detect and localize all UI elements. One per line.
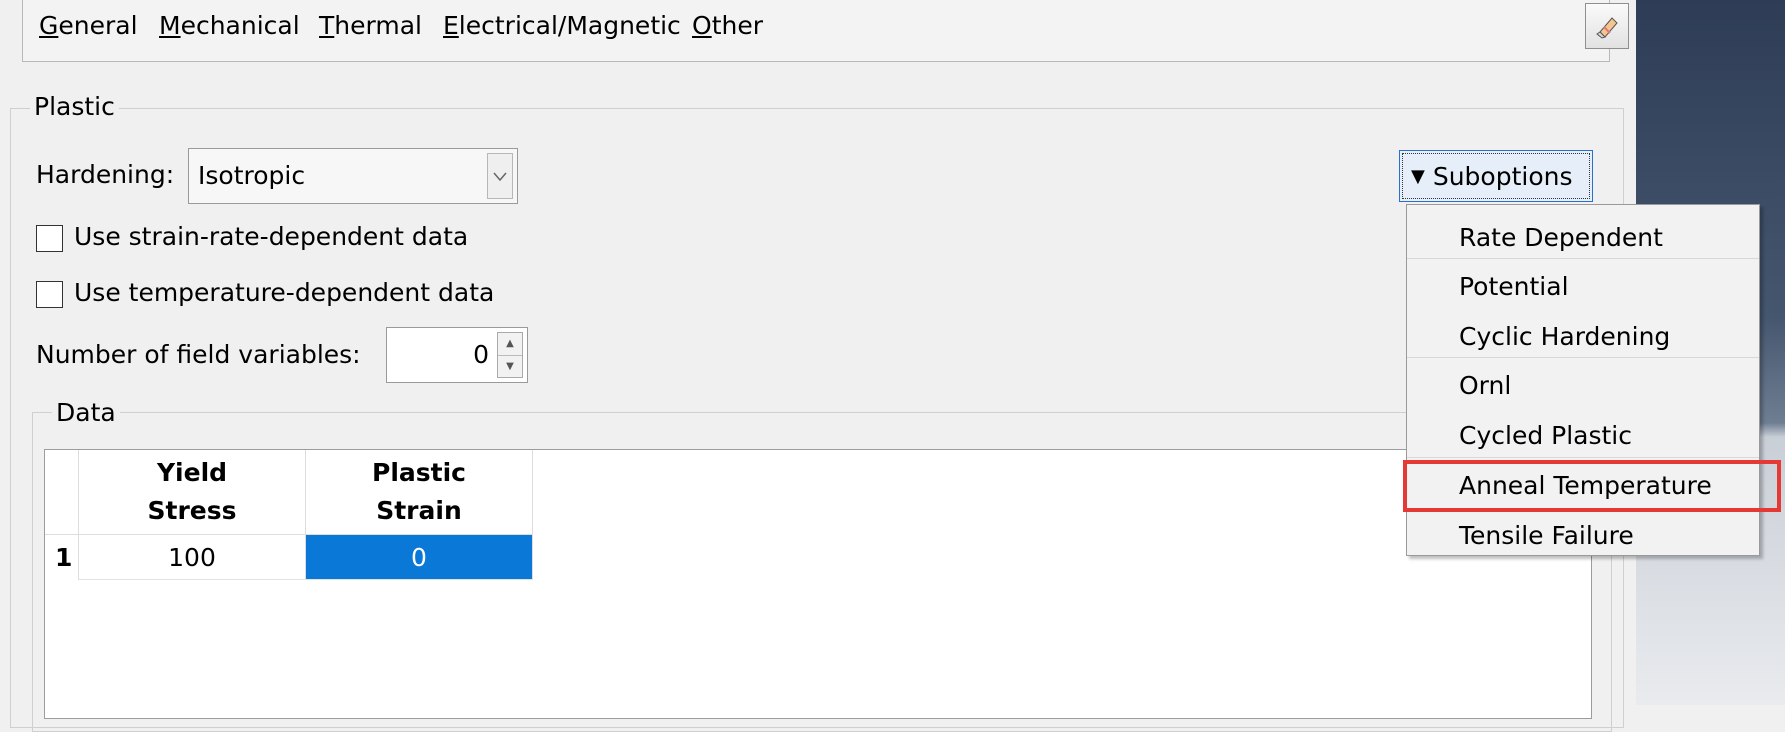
spin-buttons: ▲ ▼: [497, 332, 523, 378]
row-number[interactable]: 1: [45, 535, 79, 580]
data-table[interactable]: Yield Stress Plastic Strain 1 100 0: [44, 449, 1592, 719]
annotation-highlight-box: [1403, 460, 1781, 512]
spin-up-icon[interactable]: ▲: [498, 333, 522, 356]
menu-separator: [1407, 258, 1759, 259]
hardening-label: Hardening:: [36, 160, 175, 189]
menu-item-cycled-plastic[interactable]: Cycled Plastic: [1459, 416, 1632, 456]
temperature-checkbox[interactable]: [36, 281, 63, 308]
column-header-yield-stress[interactable]: Yield Stress: [79, 450, 306, 535]
menu-item-potential[interactable]: Potential: [1459, 267, 1569, 307]
hardening-combobox[interactable]: Isotropic: [188, 148, 518, 204]
hardening-value: Isotropic: [198, 161, 306, 190]
strain-rate-label: Use strain-rate-dependent data: [74, 222, 469, 251]
data-group-title: Data: [52, 398, 120, 427]
menu-mechanical[interactable]: Mechanical: [159, 11, 300, 40]
menu-item-tensile-failure[interactable]: Tensile Failure: [1459, 516, 1634, 556]
field-variables-label: Number of field variables:: [36, 340, 361, 369]
menu-separator: [1407, 357, 1759, 358]
column-header-plastic-strain[interactable]: Plastic Strain: [306, 450, 533, 535]
suboptions-label: Suboptions: [1432, 161, 1573, 191]
cell-plastic-strain[interactable]: 0: [306, 535, 533, 580]
menu-other[interactable]: Other: [692, 11, 763, 40]
eraser-button[interactable]: [1585, 3, 1629, 49]
field-variables-value: 0: [473, 340, 489, 369]
menu-separator: [1407, 457, 1759, 458]
suboptions-button[interactable]: ▼ Suboptions: [1399, 150, 1593, 202]
triangle-down-icon: ▼: [1411, 165, 1425, 187]
strain-rate-checkbox[interactable]: [36, 225, 63, 252]
menu-electrical-magnetic[interactable]: Electrical/Magnetic: [443, 11, 681, 40]
edit-material-dialog: General Mechanical Thermal Electrical/Ma…: [0, 0, 1636, 732]
cell-yield-stress[interactable]: 100: [79, 535, 306, 580]
table-corner: [45, 450, 79, 535]
temperature-label: Use temperature-dependent data: [74, 278, 495, 307]
chevron-down-icon[interactable]: [487, 153, 513, 199]
spin-down-icon[interactable]: ▼: [498, 356, 522, 378]
eraser-icon: [1596, 17, 1618, 39]
menu-item-rate-dependent[interactable]: Rate Dependent: [1459, 218, 1663, 258]
plastic-group-title: Plastic: [30, 92, 119, 121]
menu-item-ornl[interactable]: Ornl: [1459, 366, 1511, 406]
menu-thermal[interactable]: Thermal: [319, 11, 422, 40]
behavior-menubar: General Mechanical Thermal Electrical/Ma…: [22, 0, 1629, 62]
menu-general[interactable]: General: [39, 11, 138, 40]
menu-item-cyclic-hardening[interactable]: Cyclic Hardening: [1459, 317, 1670, 357]
field-variables-spinbox[interactable]: 0 ▲ ▼: [386, 327, 528, 383]
